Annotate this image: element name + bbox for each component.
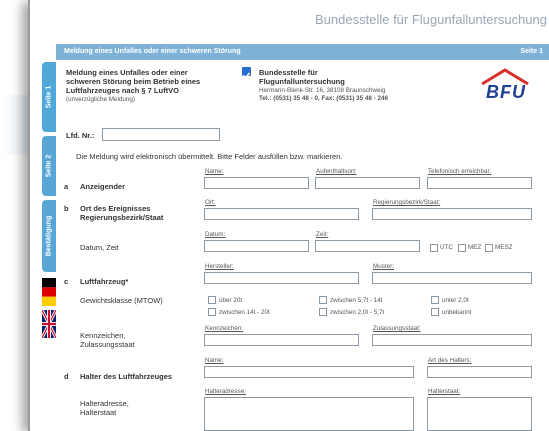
kennzeichen-input[interactable] [204, 334, 359, 346]
section-letter-a: a [64, 182, 69, 191]
section-letter-b: b [64, 204, 69, 213]
page-indicator: Seite 1 [520, 48, 543, 55]
halteradresse-textarea[interactable] [204, 397, 414, 431]
form-window: Bundesstelle für Flugunfalluntersuchung … [28, 0, 549, 431]
form-header-title: Meldung eines Unfalles oder einer schwer… [64, 48, 241, 55]
field-label-aufenthaltsort: Aufenthaltsort: [316, 168, 357, 175]
field-label-halter-name: Name: [205, 357, 224, 364]
form-title-line-2: schweren Störung beim Betrieb eines [66, 77, 201, 86]
halter-name-input[interactable] [204, 366, 414, 378]
checkbox-checked-icon [242, 67, 251, 79]
form-title-line-3: Luftfahrzeuges nach § 7 LuftVO [66, 86, 179, 95]
field-label-kennzeichen: Kennzeichen: [205, 325, 244, 332]
field-label-zeit: Zeit: [316, 231, 329, 238]
form-subtitle: (unverzügliche Meldung) [66, 96, 135, 103]
lfd-nr-input[interactable] [102, 128, 220, 141]
mtow-2-5-7-checkbox[interactable] [319, 308, 327, 316]
mtow-option-label: zwischen 14t - 20t [219, 309, 270, 316]
field-label-halterstaat: Halterstaat: [428, 388, 461, 395]
regierungsbezirk-input[interactable] [372, 208, 532, 220]
form-header-bar: Meldung eines Unfalles oder einer schwer… [56, 44, 549, 60]
halteradresse-label-line-1: Halteradresse, [80, 399, 129, 408]
field-label-zulassungsstaat: Zulassungsstaat: [373, 325, 421, 332]
field-label-name: Name: [205, 168, 224, 175]
page-title: Bundesstelle für Flugunfalluntersuchung [315, 12, 547, 27]
address-line-4: Tel.: (0531) 35 48 - 0, Fax: (0531) 35 4… [259, 95, 389, 102]
field-label-datum: Datum: [205, 231, 226, 238]
address-line-1: Bundesstelle für [259, 68, 318, 77]
logo-text: BFU [486, 82, 526, 102]
bfu-logo: BFU [478, 66, 532, 106]
mtow-option-label: zwischen 5,7t - 14t [330, 297, 383, 304]
gewichtsklasse-label: Gewichtsklasse (MTOW) [80, 296, 163, 305]
field-label-ort: Ort: [205, 199, 216, 206]
mez-checkbox[interactable] [458, 244, 466, 252]
tab-label: Bestätigung [45, 215, 53, 257]
field-label-art-des-halters: Art des Halters: [428, 357, 472, 364]
datum-input[interactable] [204, 240, 309, 252]
hersteller-input[interactable] [204, 272, 359, 284]
zulassungsstaat-input[interactable] [372, 334, 532, 346]
instruction-note: Die Meldung wird elektronisch übermittel… [76, 152, 343, 161]
section-letter-d: d [64, 372, 69, 381]
mez-label: MEZ [468, 244, 482, 251]
kennzeichen-label-line-1: Kennzeichen, [80, 331, 126, 340]
tab-label: Seite 1 [45, 85, 53, 109]
field-label-halteradresse: Halteradresse: [205, 388, 246, 395]
mesz-checkbox[interactable] [485, 244, 493, 252]
form-title-line-1: Meldung eines Unfalles oder einer [66, 68, 188, 77]
mtow-unbekannt-checkbox[interactable] [431, 308, 439, 316]
mesz-label: MESZ [495, 244, 513, 251]
mtow-option-label: unter 2,0t [442, 297, 469, 304]
mtow-5-7-14-checkbox[interactable] [319, 296, 327, 304]
tab-seite-2[interactable]: Seite 2 [42, 136, 56, 196]
aufenthaltsort-input[interactable] [315, 177, 420, 189]
tab-bestaetigung[interactable]: Bestätigung [42, 200, 56, 272]
tab-label: Seite 2 [45, 154, 53, 178]
art-des-halters-input[interactable] [427, 366, 532, 378]
address-line-2: Flugunfalluntersuchung [259, 77, 345, 86]
section-letter-c: c [64, 277, 69, 286]
field-label-regierungsbezirk: Regierungsbezirk/Staat: [373, 199, 441, 206]
zeit-input[interactable] [315, 240, 420, 252]
german-flag-icon[interactable] [42, 278, 56, 306]
section-label-halter: Halter des Luftfahrzeuges [80, 372, 173, 381]
uk-flag-icon[interactable] [40, 309, 58, 339]
mtow-14-20-checkbox[interactable] [208, 308, 216, 316]
ort-input[interactable] [204, 208, 359, 220]
field-label-hersteller: Hersteller: [205, 263, 234, 270]
name-input[interactable] [204, 177, 309, 189]
telefon-input[interactable] [427, 177, 532, 189]
field-label-telefon: Telefonisch erreichbar: [428, 168, 492, 175]
halteradresse-label-line-2: Halterstaat [80, 408, 117, 417]
utc-checkbox[interactable] [430, 244, 438, 252]
mtow-option-label: zwischen 2,0t - 5,7t [330, 309, 385, 316]
datum-zeit-label: Datum, Zeit [80, 243, 119, 252]
section-label-ort-line-2: Regierungsbezirk/Staat [80, 213, 164, 222]
field-label-muster: Muster: [373, 263, 394, 270]
mtow-ueber-20t-checkbox[interactable] [208, 296, 216, 304]
lfd-nr-label: Lfd. Nr.: [66, 131, 95, 140]
halterstaat-input[interactable] [427, 397, 532, 431]
section-label-luftfahrzeug: Luftfahrzeug* [80, 277, 129, 286]
mtow-option-label: über 20t [219, 297, 243, 304]
utc-label: UTC [440, 244, 453, 251]
section-label-ort-line-1: Ort des Ereignisses [80, 204, 151, 213]
tab-seite-1[interactable]: Seite 1 [42, 62, 56, 132]
kennzeichen-label-line-2: Zulassungsstaat [80, 340, 135, 349]
address-line-3: Hermann-Blenk-Str. 16, 38108 Braunschwei… [259, 87, 386, 94]
muster-input[interactable] [372, 272, 532, 284]
mtow-unter-2t-checkbox[interactable] [431, 296, 439, 304]
section-label-anzeigender: Anzeigender [80, 182, 126, 191]
mtow-option-label: unbekannt [442, 309, 472, 316]
